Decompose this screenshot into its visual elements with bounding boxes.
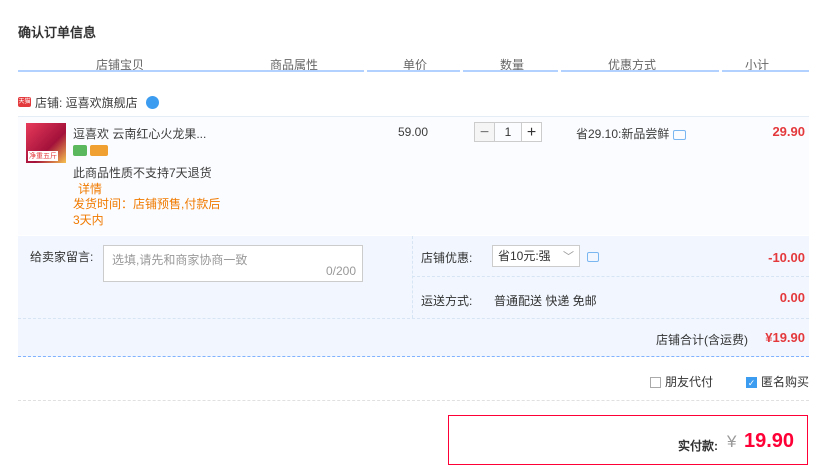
policy-detail-link[interactable]: 详情	[78, 180, 102, 197]
product-title[interactable]: 逗喜欢 云南红心火龙果...	[73, 125, 206, 142]
header-underline	[463, 70, 558, 72]
friend-pay-checkbox[interactable]	[650, 377, 661, 389]
product-thumbnail[interactable]: 净重五斤	[26, 123, 66, 163]
friend-pay-option[interactable]: 朋友代付	[650, 373, 713, 390]
item-subtotal: 29.90	[772, 124, 805, 139]
return-policy-note: 此商品性质不支持7天退货	[73, 166, 212, 180]
tmall-icon: 天猫	[18, 97, 31, 107]
discount-selected: 省10元:强	[498, 249, 551, 263]
seller-message-label: 给卖家留言:	[30, 250, 94, 264]
header-underline	[367, 70, 460, 72]
shop-total-label: 店铺合计(含运费)	[656, 333, 748, 347]
increase-button[interactable]: +	[521, 122, 542, 142]
divider	[18, 318, 809, 320]
header-underline	[722, 70, 809, 72]
credit-card-icon[interactable]	[90, 145, 108, 156]
header-underline	[561, 70, 719, 72]
divider	[18, 400, 809, 402]
shop-discount-label: 店铺优惠:	[421, 251, 473, 265]
page-title: 确认订单信息	[18, 25, 97, 40]
quantity-input[interactable]: 1	[495, 122, 521, 142]
friend-pay-label: 朋友代付	[665, 375, 714, 389]
message-char-count: 0/200	[325, 264, 356, 278]
service-icons	[73, 145, 108, 156]
anonymous-checkbox[interactable]: ✓	[746, 377, 757, 389]
payment-label: 实付款:	[678, 439, 718, 453]
unit-price: 59.00	[398, 125, 429, 139]
header-underline	[18, 70, 364, 72]
message-placeholder: 选填,请先和商家协商一致	[112, 253, 248, 267]
discount-info-icon[interactable]	[587, 252, 599, 262]
thumb-label: 净重五斤	[28, 151, 58, 161]
payment-total: 19.90	[744, 430, 795, 452]
shop-total-value: ¥19.90	[765, 330, 805, 345]
table-header: 店铺宝贝 商品属性 单价 数量 优惠方式 小计	[18, 52, 809, 72]
chevron-down-icon: ﹀	[563, 251, 574, 263]
promo-info-icon[interactable]	[673, 129, 687, 140]
shipping-label: 运送方式:	[421, 294, 473, 308]
wangwang-chat-icon[interactable]	[145, 95, 159, 109]
shipping-method: 普通配送 快递 免邮	[494, 294, 597, 308]
ship-time: 发货时间：店铺预售,付款后3天内	[73, 197, 221, 227]
shop-discount-select[interactable]: 省10元:强 ﹀	[492, 245, 580, 267]
shop-row: 天猫 店铺: 逗喜欢旗舰店	[18, 94, 159, 110]
quantity-stepper: − 1 +	[474, 122, 542, 142]
decrease-button[interactable]: −	[474, 122, 495, 142]
anonymous-buy-option[interactable]: ✓ 匿名购买	[746, 373, 809, 390]
shipping-cost: 0.00	[779, 290, 805, 305]
shop-name[interactable]: 店铺: 逗喜欢旗舰店	[35, 94, 138, 111]
payment-currency: ¥	[727, 432, 737, 451]
promo-method: 省29.10:新品尝鲜	[576, 125, 687, 142]
seller-message-input[interactable]: 选填,请先和商家协商一致 0/200	[103, 245, 363, 282]
anonymous-label: 匿名购买	[761, 375, 810, 389]
shop-discount-value: -10.00	[768, 250, 805, 265]
guarantee-icon[interactable]	[73, 145, 87, 156]
promo-text: 省29.10:新品尝鲜	[576, 127, 670, 141]
divider	[412, 276, 809, 278]
